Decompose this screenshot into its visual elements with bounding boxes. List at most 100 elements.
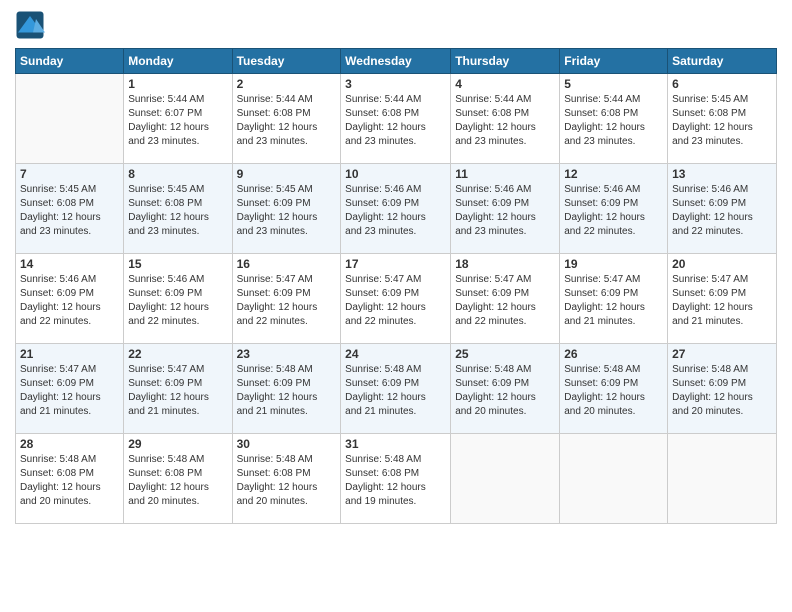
day-info: Sunrise: 5:47 AM Sunset: 6:09 PM Dayligh…: [455, 273, 555, 329]
calendar-cell: 21 Sunrise: 5:47 AM Sunset: 6:09 PM Dayli…: [16, 344, 124, 434]
day-number: 9: [237, 167, 337, 181]
calendar-cell: 26 Sunrise: 5:48 AM Sunset: 6:09 PM Dayli…: [560, 344, 668, 434]
day-info: Sunrise: 5:46 AM Sunset: 6:09 PM Dayligh…: [20, 273, 119, 329]
day-number: 15: [128, 257, 227, 271]
day-number: 27: [672, 347, 772, 361]
day-info: Sunrise: 5:44 AM Sunset: 6:08 PM Dayligh…: [564, 93, 663, 149]
day-info: Sunrise: 5:44 AM Sunset: 6:08 PM Dayligh…: [455, 93, 555, 149]
day-number: 2: [237, 77, 337, 91]
day-number: 28: [20, 437, 119, 451]
day-number: 21: [20, 347, 119, 361]
day-info: Sunrise: 5:46 AM Sunset: 6:09 PM Dayligh…: [345, 183, 446, 239]
day-info: Sunrise: 5:44 AM Sunset: 6:08 PM Dayligh…: [237, 93, 337, 149]
calendar-cell: 27 Sunrise: 5:48 AM Sunset: 6:09 PM Dayli…: [668, 344, 777, 434]
day-number: 7: [20, 167, 119, 181]
day-info: Sunrise: 5:48 AM Sunset: 6:09 PM Dayligh…: [455, 363, 555, 419]
calendar-cell: 31 Sunrise: 5:48 AM Sunset: 6:08 PM Dayli…: [341, 434, 451, 524]
calendar-cell: [560, 434, 668, 524]
day-header-monday: Monday: [124, 49, 232, 74]
day-number: 24: [345, 347, 446, 361]
day-number: 18: [455, 257, 555, 271]
day-info: Sunrise: 5:46 AM Sunset: 6:09 PM Dayligh…: [455, 183, 555, 239]
day-info: Sunrise: 5:47 AM Sunset: 6:09 PM Dayligh…: [345, 273, 446, 329]
calendar-cell: 25 Sunrise: 5:48 AM Sunset: 6:09 PM Dayli…: [451, 344, 560, 434]
calendar-cell: 3Sunrise: 5:44 AM Sunset: 6:08 PM Daylig…: [341, 74, 451, 164]
day-number: 31: [345, 437, 446, 451]
day-info: Sunrise: 5:46 AM Sunset: 6:09 PM Dayligh…: [672, 183, 772, 239]
day-number: 22: [128, 347, 227, 361]
calendar-cell: 30 Sunrise: 5:48 AM Sunset: 6:08 PM Dayli…: [232, 434, 341, 524]
calendar-cell: 5Sunrise: 5:44 AM Sunset: 6:08 PM Daylig…: [560, 74, 668, 164]
calendar-cell: 4 Sunrise: 5:44 AM Sunset: 6:08 PM Daylig…: [451, 74, 560, 164]
day-header-tuesday: Tuesday: [232, 49, 341, 74]
day-info: Sunrise: 5:48 AM Sunset: 6:09 PM Dayligh…: [564, 363, 663, 419]
calendar-cell: [668, 434, 777, 524]
calendar-cell: 18 Sunrise: 5:47 AM Sunset: 6:09 PM Dayli…: [451, 254, 560, 344]
page-header: [15, 10, 777, 40]
day-number: 14: [20, 257, 119, 271]
day-number: 16: [237, 257, 337, 271]
day-info: Sunrise: 5:48 AM Sunset: 6:09 PM Dayligh…: [237, 363, 337, 419]
calendar-cell: 28 Sunrise: 5:48 AM Sunset: 6:08 PM Dayli…: [16, 434, 124, 524]
calendar-cell: 29 Sunrise: 5:48 AM Sunset: 6:08 PM Dayli…: [124, 434, 232, 524]
day-number: 11: [455, 167, 555, 181]
day-number: 29: [128, 437, 227, 451]
calendar-cell: 7 Sunrise: 5:45 AM Sunset: 6:08 PM Daylig…: [16, 164, 124, 254]
calendar-week-2: 7 Sunrise: 5:45 AM Sunset: 6:08 PM Daylig…: [16, 164, 777, 254]
day-header-sunday: Sunday: [16, 49, 124, 74]
day-info: Sunrise: 5:45 AM Sunset: 6:08 PM Dayligh…: [20, 183, 119, 239]
day-info: Sunrise: 5:46 AM Sunset: 6:09 PM Dayligh…: [564, 183, 663, 239]
day-header-wednesday: Wednesday: [341, 49, 451, 74]
day-info: Sunrise: 5:48 AM Sunset: 6:08 PM Dayligh…: [128, 453, 227, 509]
day-number: 6: [672, 77, 772, 91]
calendar-week-1: 1 Sunrise: 5:44 AM Sunset: 6:07 PM Daylig…: [16, 74, 777, 164]
day-header-friday: Friday: [560, 49, 668, 74]
day-header-saturday: Saturday: [668, 49, 777, 74]
day-number: 20: [672, 257, 772, 271]
calendar-cell: 6 Sunrise: 5:45 AM Sunset: 6:08 PM Daylig…: [668, 74, 777, 164]
day-info: Sunrise: 5:48 AM Sunset: 6:09 PM Dayligh…: [672, 363, 772, 419]
day-number: 26: [564, 347, 663, 361]
day-info: Sunrise: 5:46 AM Sunset: 6:09 PM Dayligh…: [128, 273, 227, 329]
day-number: 17: [345, 257, 446, 271]
day-number: 25: [455, 347, 555, 361]
day-info: Sunrise: 5:45 AM Sunset: 6:08 PM Dayligh…: [128, 183, 227, 239]
calendar-cell: 9Sunrise: 5:45 AM Sunset: 6:09 PM Daylig…: [232, 164, 341, 254]
day-number: 12: [564, 167, 663, 181]
calendar-cell: 1 Sunrise: 5:44 AM Sunset: 6:07 PM Daylig…: [124, 74, 232, 164]
day-number: 19: [564, 257, 663, 271]
day-info: Sunrise: 5:44 AM Sunset: 6:08 PM Dayligh…: [345, 93, 446, 149]
day-number: 30: [237, 437, 337, 451]
day-number: 1: [128, 77, 227, 91]
calendar-cell: 14 Sunrise: 5:46 AM Sunset: 6:09 PM Dayli…: [16, 254, 124, 344]
day-number: 13: [672, 167, 772, 181]
calendar-cell: 23Sunrise: 5:48 AM Sunset: 6:09 PM Dayli…: [232, 344, 341, 434]
calendar-cell: 20Sunrise: 5:47 AM Sunset: 6:09 PM Dayli…: [668, 254, 777, 344]
day-info: Sunrise: 5:48 AM Sunset: 6:08 PM Dayligh…: [345, 453, 446, 509]
day-info: Sunrise: 5:45 AM Sunset: 6:08 PM Dayligh…: [672, 93, 772, 149]
calendar-week-4: 21 Sunrise: 5:47 AM Sunset: 6:09 PM Dayli…: [16, 344, 777, 434]
day-info: Sunrise: 5:48 AM Sunset: 6:08 PM Dayligh…: [20, 453, 119, 509]
logo: [15, 10, 49, 40]
calendar-header-row: SundayMondayTuesdayWednesdayThursdayFrid…: [16, 49, 777, 74]
calendar-cell: 11 Sunrise: 5:46 AM Sunset: 6:09 PM Dayli…: [451, 164, 560, 254]
calendar-cell: 12 Sunrise: 5:46 AM Sunset: 6:09 PM Dayli…: [560, 164, 668, 254]
calendar-cell: 16Sunrise: 5:47 AM Sunset: 6:09 PM Dayli…: [232, 254, 341, 344]
calendar-cell: 19Sunrise: 5:47 AM Sunset: 6:09 PM Dayli…: [560, 254, 668, 344]
calendar-cell: 17 Sunrise: 5:47 AM Sunset: 6:09 PM Dayli…: [341, 254, 451, 344]
day-header-thursday: Thursday: [451, 49, 560, 74]
calendar-table: SundayMondayTuesdayWednesdayThursdayFrid…: [15, 48, 777, 524]
day-info: Sunrise: 5:47 AM Sunset: 6:09 PM Dayligh…: [128, 363, 227, 419]
calendar-cell: 10 Sunrise: 5:46 AM Sunset: 6:09 PM Dayli…: [341, 164, 451, 254]
day-number: 10: [345, 167, 446, 181]
day-info: Sunrise: 5:44 AM Sunset: 6:07 PM Dayligh…: [128, 93, 227, 149]
day-number: 8: [128, 167, 227, 181]
calendar-cell: 13 Sunrise: 5:46 AM Sunset: 6:09 PM Dayli…: [668, 164, 777, 254]
day-info: Sunrise: 5:47 AM Sunset: 6:09 PM Dayligh…: [20, 363, 119, 419]
calendar-cell: 24Sunrise: 5:48 AM Sunset: 6:09 PM Dayli…: [341, 344, 451, 434]
calendar-cell: [451, 434, 560, 524]
day-number: 4: [455, 77, 555, 91]
calendar-cell: 2 Sunrise: 5:44 AM Sunset: 6:08 PM Daylig…: [232, 74, 341, 164]
calendar-cell: 22 Sunrise: 5:47 AM Sunset: 6:09 PM Dayli…: [124, 344, 232, 434]
day-info: Sunrise: 5:48 AM Sunset: 6:08 PM Dayligh…: [237, 453, 337, 509]
